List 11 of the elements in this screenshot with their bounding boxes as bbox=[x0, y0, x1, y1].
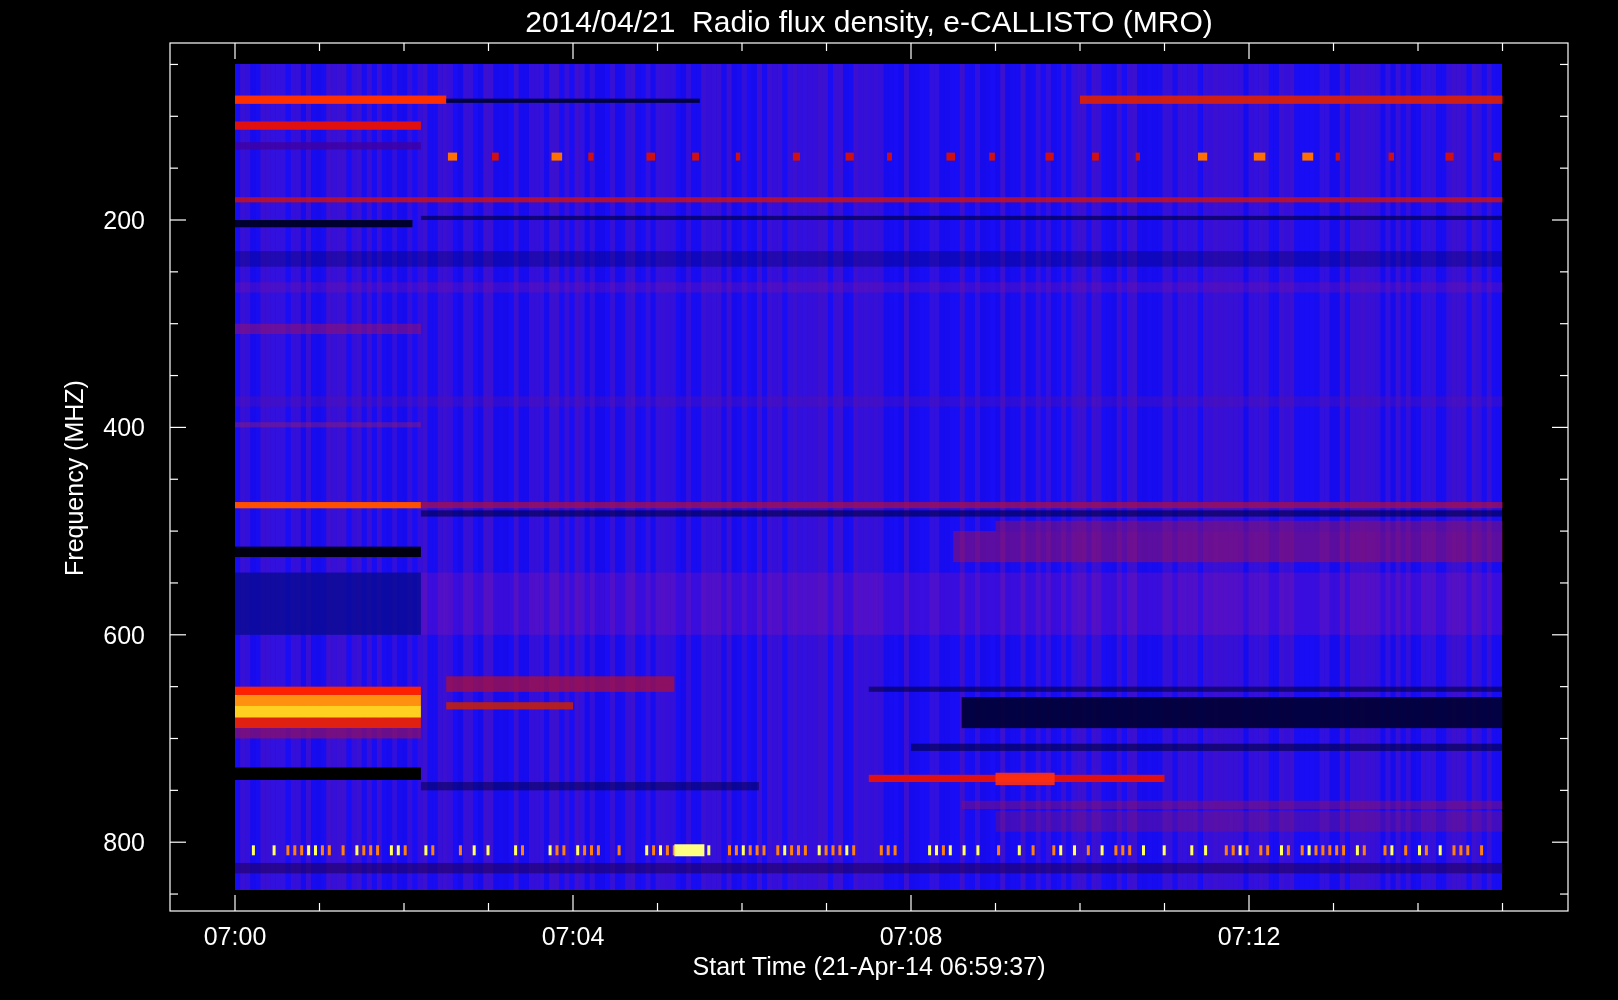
y-axis-label: Frequency (MHZ) bbox=[60, 380, 88, 576]
y-tick-label: 600 bbox=[103, 620, 145, 649]
x-tick-label: 07:04 bbox=[541, 922, 605, 950]
y-tick-label: 800 bbox=[103, 828, 145, 857]
chart-title: 2014/04/21 Radio flux density, e-CALLISTO (MRO) bbox=[525, 5, 1213, 38]
y-tick-label: 400 bbox=[103, 413, 145, 442]
x-tick-label: 07:12 bbox=[1217, 922, 1281, 950]
x-tick-label: 07:08 bbox=[879, 922, 943, 950]
x-tick-label: 07:00 bbox=[203, 922, 267, 950]
x-axis-label: Start Time (21-Apr-14 06:59:37) bbox=[692, 952, 1046, 980]
y-tick-label: 200 bbox=[103, 206, 145, 234]
